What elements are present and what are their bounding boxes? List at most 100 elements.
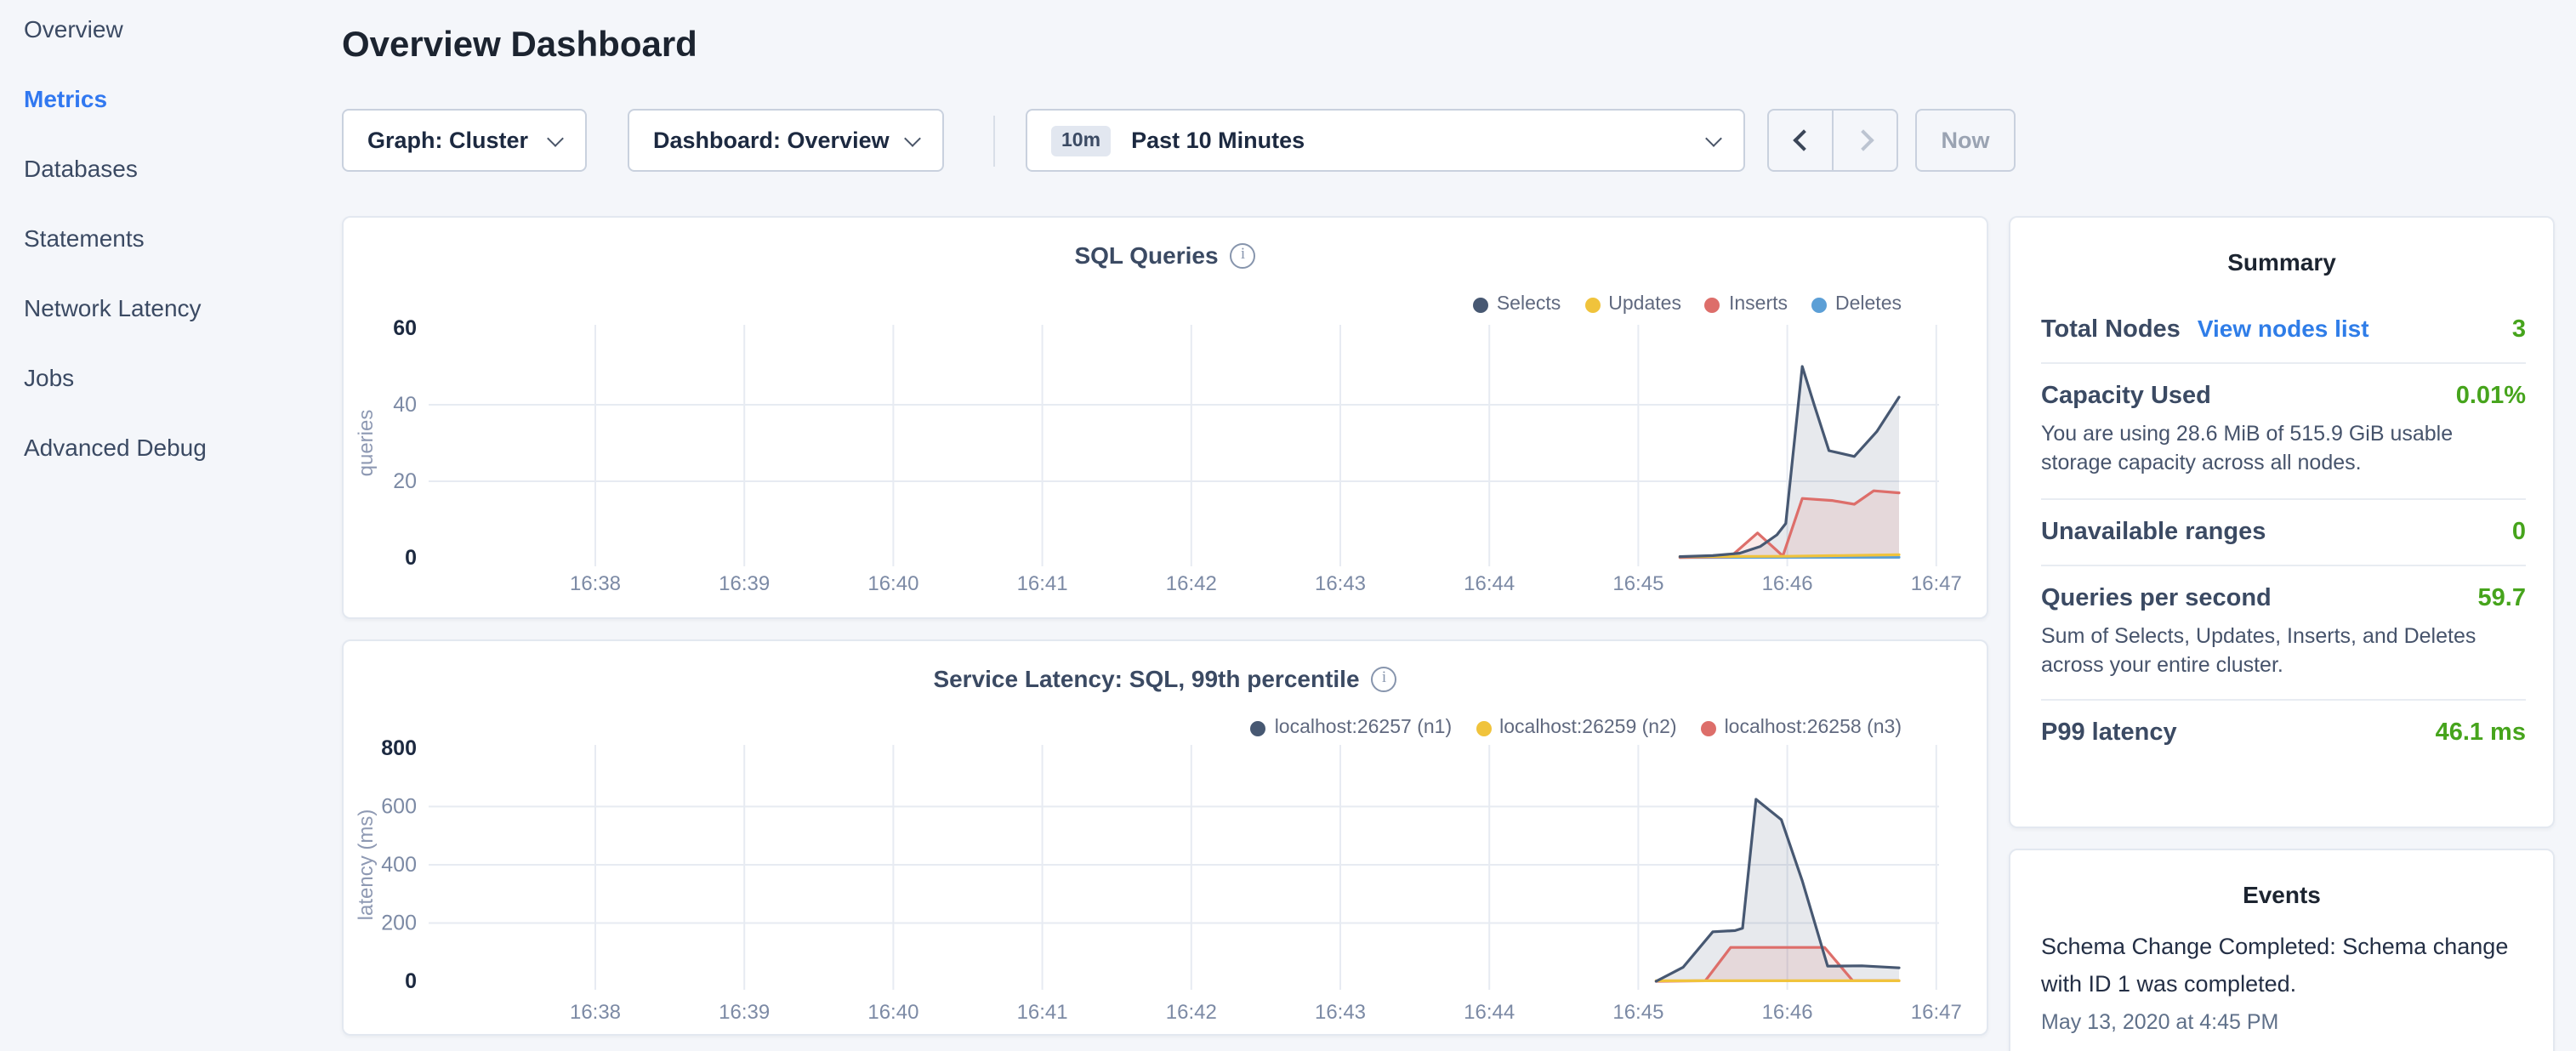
sql-queries-chart-card: SQL Queries Selects Updates Inserts Deletes… — [342, 216, 1988, 619]
dashboard-dropdown-label: Dashboard: Overview — [653, 128, 890, 153]
chevron-down-icon — [904, 129, 921, 146]
summary-row-label: Queries per second — [2041, 584, 2272, 611]
summary-row-capacity-used: Capacity Used0.01%You are using 28.6 MiB… — [2041, 362, 2526, 497]
summary-row-head: Capacity Used0.01% — [2041, 383, 2526, 410]
summary-row-queries-per-second: Queries per second59.7 Sum of Selects, Up… — [2041, 564, 2526, 699]
legend-label: localhost:26258 (n3) — [1725, 718, 1902, 738]
info-icon[interactable] — [1372, 666, 1397, 691]
event-item: Schema Change Completed: Schema change w… — [2041, 929, 2516, 1034]
summary-row-head: Total Nodes View nodes list 3 — [2041, 315, 2526, 344]
legend-label: localhost:26257 (n1) — [1275, 718, 1452, 738]
sidebar-item-databases[interactable]: Databases — [24, 143, 330, 194]
x-tick-label: 16:44 — [1464, 572, 1515, 595]
x-tick-label: 16:40 — [867, 572, 918, 595]
y-tick-label: 40 — [393, 393, 417, 417]
summary-row-value: 46.1 ms — [2436, 719, 2526, 747]
y-tick-label: 800 — [381, 736, 417, 760]
chevron-right-icon — [1851, 129, 1873, 151]
chevron-down-icon — [547, 129, 564, 146]
summary-row-label: Unavailable ranges — [2041, 518, 2266, 545]
summary-row-head: P99 latency 46.1 ms — [2041, 719, 2526, 747]
y-tick-label: 0 — [405, 546, 417, 570]
chevron-down-icon — [1705, 129, 1722, 146]
summary-row-label: Capacity Used — [2041, 383, 2211, 410]
time-range-selector[interactable]: 10m Past 10 Minutes — [1026, 109, 1745, 172]
y-tick-label: 0 — [405, 969, 417, 993]
chart-title-row: SQL Queries — [344, 241, 1987, 269]
summary-row-label: Total Nodes — [2041, 316, 2181, 344]
x-tick-label: 16:47 — [1911, 1001, 1962, 1024]
x-tick-label: 16:43 — [1315, 1001, 1366, 1024]
chart-title-row: Service Latency: SQL, 99th percentile — [344, 665, 1987, 692]
y-tick-label: 20 — [393, 469, 417, 493]
chart-title: Service Latency: SQL, 99th percentile — [933, 665, 1359, 692]
time-range-badge: 10m — [1051, 125, 1111, 156]
x-tick-label: 16:42 — [1166, 1001, 1217, 1024]
controls-bar: Graph: Cluster Dashboard: Overview 10m P… — [342, 109, 2016, 172]
y-tick-label: 60 — [393, 316, 417, 340]
summary-row-link[interactable]: View nodes list — [2198, 315, 2369, 342]
legend-item-deletes: Deletes — [1811, 294, 1902, 315]
summary-row-head: Queries per second59.7 — [2041, 584, 2526, 611]
x-tick-label: 16:47 — [1911, 572, 1962, 595]
sidebar-item-network-latency[interactable]: Network Latency — [24, 282, 330, 333]
legend-item-localhost-26259-n2: localhost:26259 (n2) — [1476, 718, 1676, 738]
controls-divider — [993, 115, 995, 166]
summary-panel: Summary Total Nodes View nodes list 3 Capac… — [2009, 216, 2555, 828]
legend-label: localhost:26259 (n2) — [1499, 718, 1676, 738]
legend-dot-icon — [1473, 297, 1488, 312]
event-text: Schema Change Completed: Schema change w… — [2041, 929, 2516, 1002]
next-time-window-button[interactable] — [1834, 111, 1896, 170]
x-tick-label: 16:40 — [867, 1001, 918, 1024]
legend-item-inserts: Inserts — [1705, 294, 1788, 315]
graph-dropdown-label: Graph: Cluster — [367, 128, 528, 153]
legend-label: Updates — [1608, 294, 1681, 315]
chart-legend: Selects Updates Inserts Deletes — [1473, 294, 1902, 315]
page-root: Overview Metrics Databases Statements Networ… — [0, 0, 2576, 1051]
y-tick-label: 200 — [381, 912, 417, 935]
now-button[interactable]: Now — [1915, 109, 2016, 172]
sidebar-item-overview[interactable]: Overview — [24, 3, 330, 54]
x-tick-label: 16:43 — [1315, 572, 1366, 595]
legend-dot-icon — [1701, 720, 1716, 736]
sidebar-item-jobs[interactable]: Jobs — [24, 352, 330, 403]
legend-item-updates: Updates — [1584, 294, 1681, 315]
sidebar-item-statements[interactable]: Statements — [24, 213, 330, 264]
sidebar-item-advanced-debug[interactable]: Advanced Debug — [24, 422, 330, 473]
summary-row-description: Sum of Selects, Updates, Inserts, and De… — [2041, 622, 2526, 680]
prev-time-window-button[interactable] — [1769, 111, 1834, 170]
summary-row-head: Unavailable ranges0 — [2041, 518, 2526, 545]
x-tick-label: 16:41 — [1017, 1001, 1068, 1024]
graph-dropdown[interactable]: Graph: Cluster — [342, 109, 587, 172]
summary-row-value: 3 — [2512, 316, 2526, 344]
legend-label: Selects — [1497, 294, 1561, 315]
sql-queries-chart-plot: 16:3816:3916:4016:4116:4216:4316:4416:45… — [344, 218, 1987, 617]
x-tick-label: 16:38 — [570, 1001, 621, 1024]
legend-dot-icon — [1584, 297, 1600, 312]
x-tick-label: 16:46 — [1762, 1001, 1813, 1024]
service-latency-chart-card: Service Latency: SQL, 99th percentile lo… — [342, 639, 1988, 1036]
y-tick-label: 600 — [381, 795, 417, 819]
x-tick-label: 16:41 — [1017, 572, 1068, 595]
summary-row-p99-latency: P99 latency 46.1 ms — [2041, 699, 2526, 765]
y-tick-label: 400 — [381, 853, 417, 877]
y-axis-title: latency (ms) — [355, 810, 378, 921]
info-icon[interactable] — [1231, 242, 1256, 268]
chart-legend: localhost:26257 (n1) localhost:26259 (n2)… — [1251, 718, 1902, 738]
service-latency-chart-plot: 16:3816:3916:4016:4116:4216:4316:4416:45… — [344, 641, 1987, 1034]
summary-rows: Total Nodes View nodes list 3 Capacity Used… — [2041, 296, 2526, 765]
x-tick-label: 16:45 — [1612, 1001, 1663, 1024]
event-timestamp: May 13, 2020 at 4:45 PM — [2041, 1010, 2516, 1034]
legend-label: Inserts — [1729, 294, 1788, 315]
legend-label: Deletes — [1835, 294, 1902, 315]
x-tick-label: 16:39 — [719, 1001, 770, 1024]
summary-row-total-nodes: Total Nodes View nodes list 3 — [2041, 296, 2526, 362]
sidebar-item-metrics[interactable]: Metrics — [24, 73, 330, 124]
dashboard-dropdown[interactable]: Dashboard: Overview — [628, 109, 944, 172]
events-title: Events — [2010, 881, 2553, 908]
events-panel: Events Schema Change Completed: Schema c… — [2009, 849, 2555, 1051]
summary-title: Summary — [2010, 248, 2553, 276]
x-tick-label: 16:45 — [1612, 572, 1663, 595]
chevron-left-icon — [1792, 129, 1813, 151]
summary-row-label: P99 latency — [2041, 719, 2177, 747]
